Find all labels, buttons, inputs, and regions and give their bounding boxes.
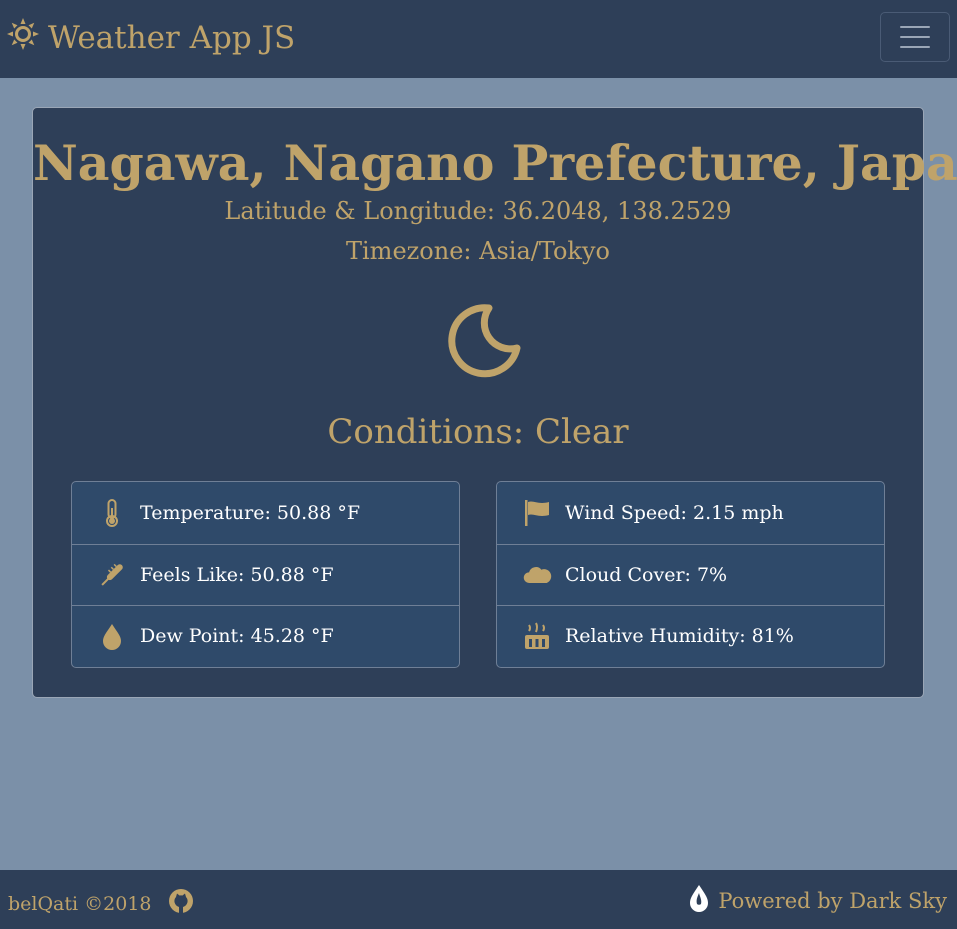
feels-like-text: Feels Like: 50.88 °F [140,563,334,586]
list-item-wind-speed: Wind Speed: 2.15 mph [497,482,884,544]
timezone-text: Timezone: Asia/Tokyo [346,237,610,265]
sun-icon [6,17,40,59]
cloud-cover-text: Cloud Cover: 7% [565,563,728,586]
list-item-cloud-cover: Cloud Cover: 7% [497,543,884,606]
brand-title: Weather App JS [48,20,296,56]
credit-text: belQati ©2018 [8,892,152,915]
location-title: Nagawa, Nagano Prefecture, Japan [33,134,957,192]
list-item-dew-point: Dew Point: 45.28 °F [72,605,459,667]
droplet-icon [96,620,128,652]
list-item-relative-humidity: Relative Humidity: 81% [497,605,884,667]
cloud-icon [521,559,553,591]
list-item-temperature: Temperature: 50.88 °F [72,482,459,544]
powered-by-text: Powered by Dark Sky [718,888,947,913]
powered-by-dark-sky-link[interactable]: Powered by Dark Sky [688,884,947,917]
coordinates-text: Latitude & Longitude: 36.2048, 138.2529 [224,197,732,225]
hamburger-menu-icon [900,26,930,28]
temperature-text: Temperature: 50.88 °F [140,501,361,524]
github-icon [168,889,194,919]
menu-toggle-button[interactable] [880,12,950,62]
list-item-feels-like: Feels Like: 50.88 °F [72,543,459,606]
navbar: Weather App JS [0,0,957,78]
dark-sky-icon [688,884,710,917]
footer-credit: belQati ©2018 [8,888,194,919]
weather-details-left: Temperature: 50.88 °F Feels Like: 50.88 … [71,481,460,668]
dew-point-text: Dew Point: 45.28 °F [140,625,334,648]
flag-icon [521,497,553,529]
humidity-icon [521,620,553,652]
github-link[interactable] [168,888,194,919]
conditions-text: Conditions: Clear [327,412,629,452]
brand-link[interactable]: Weather App JS [6,18,295,58]
footer: belQati ©2018 Powered by Dark Sky [0,870,957,929]
thermometer-icon [96,497,128,529]
wind-speed-text: Wind Speed: 2.15 mph [565,501,784,524]
weather-card: Nagawa, Nagano Prefecture, Japan Latitud… [32,107,957,698]
feels-like-thermometer-icon [96,559,128,591]
weather-details-right: Wind Speed: 2.15 mph Cloud Cover: 7% Rel… [496,481,885,668]
relative-humidity-text: Relative Humidity: 81% [565,625,794,648]
moon-icon [445,302,521,378]
